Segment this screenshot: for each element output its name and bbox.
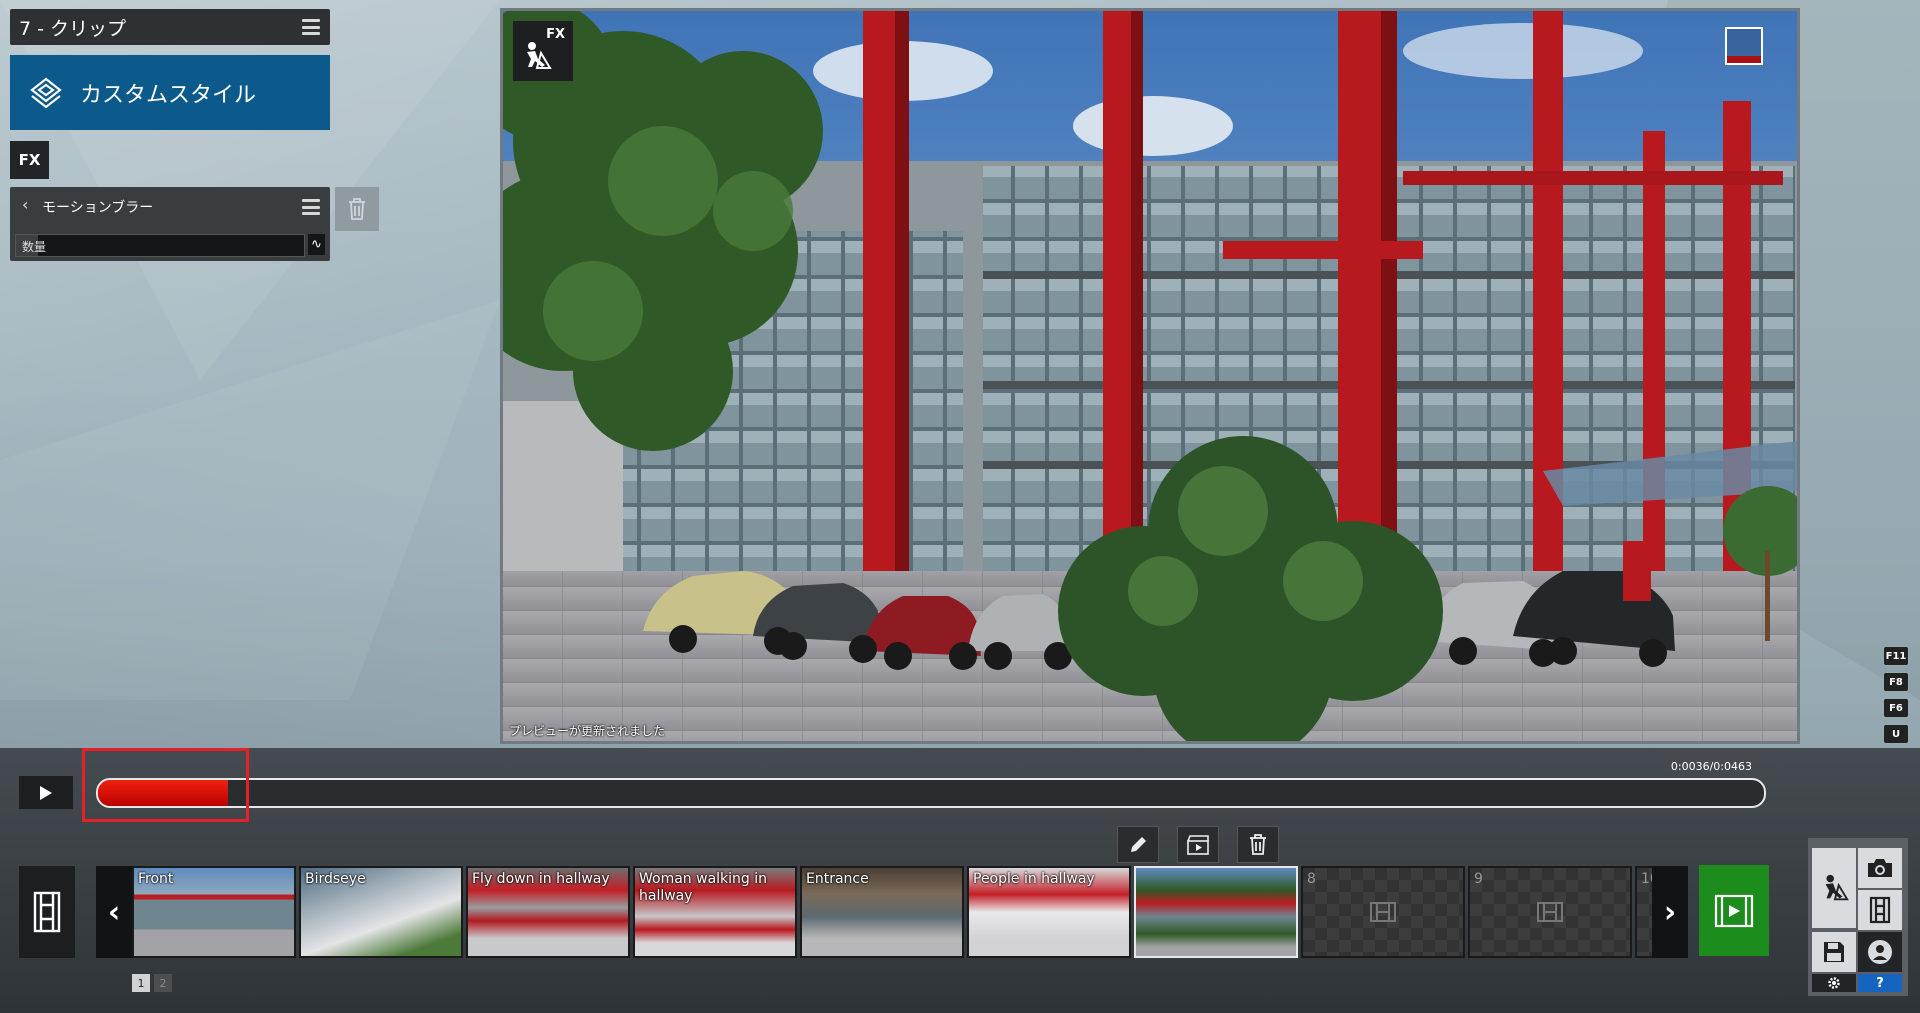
preview-clip-button[interactable]	[1177, 826, 1219, 863]
clip-thumbnail[interactable]: 10	[1635, 866, 1652, 958]
clip-label: Woman walking in hallway	[639, 871, 768, 904]
movie-mode-side-button[interactable]	[1858, 890, 1902, 930]
clip-thumbnail[interactable]: Fly down in hallway	[466, 866, 630, 958]
render-movie-button[interactable]	[1699, 865, 1769, 956]
settings-button[interactable]	[1812, 974, 1856, 992]
construction-worker-icon	[527, 42, 552, 69]
clip-label: People in hallway	[973, 871, 1095, 887]
film-placeholder-icon	[1370, 902, 1396, 922]
f6-key[interactable]: F6	[1883, 698, 1909, 718]
play-circle-icon	[1868, 940, 1892, 964]
play-icon	[40, 785, 52, 800]
edit-clip-button[interactable]	[1117, 826, 1159, 863]
custom-style-label: カスタムスタイル	[80, 82, 257, 108]
photo-mode-button[interactable]	[1858, 848, 1902, 888]
chevron-left-icon[interactable]: ‹	[22, 195, 28, 214]
page-1[interactable]: 1	[132, 974, 150, 992]
clip-label: 9	[1474, 871, 1483, 887]
film-play-icon	[1714, 894, 1754, 927]
trash-icon	[349, 198, 365, 220]
preview-status-text: プレビューが更新されました	[509, 724, 666, 738]
clip-header: 7 - クリップ	[10, 9, 330, 45]
fx-badge[interactable]: FX	[10, 141, 49, 179]
clip-label: 10	[1641, 871, 1652, 887]
curve-button[interactable]: ∿	[308, 234, 325, 255]
clip-strip: Front Birdseye Fly down in hallway Woman wa…	[132, 866, 1652, 958]
clip-label: 8	[1307, 871, 1316, 887]
scene-preview-image	[503, 11, 1797, 741]
timeline-scrubber[interactable]	[96, 778, 1766, 808]
amount-label: 数量	[22, 240, 47, 254]
effect-menu-icon[interactable]	[302, 199, 320, 215]
highlight-annotation	[82, 748, 249, 822]
gear-icon	[1828, 977, 1840, 989]
clip-thumbnail[interactable]: Entrance	[800, 866, 964, 958]
page-2[interactable]: 2	[154, 974, 172, 992]
movie-mode-button[interactable]	[19, 866, 75, 958]
clip-thumbnail[interactable]: Birdseye	[299, 866, 463, 958]
film-strip-icon	[33, 891, 61, 933]
help-button[interactable]: ?	[1858, 974, 1902, 992]
effect-panel: ‹ モーションブラー 数量 ∿	[10, 187, 330, 261]
scroll-right-button[interactable]: ›	[1652, 866, 1688, 958]
trash-icon	[1250, 833, 1266, 855]
amount-slider[interactable]: 数量	[15, 234, 305, 257]
delete-clip-button[interactable]	[1237, 826, 1279, 863]
time-display: 0:0036/0:0463	[1670, 760, 1752, 773]
clip-thumbnail[interactable]: 8	[1301, 866, 1465, 958]
viewport-toggle-button[interactable]	[1725, 27, 1763, 65]
u-key[interactable]: U	[1883, 724, 1909, 744]
chevron-left-icon: ‹	[107, 894, 121, 930]
render-viewport[interactable]: FX プレビューが更新されました	[500, 8, 1800, 744]
scroll-left-button[interactable]: ‹	[96, 866, 132, 958]
clip-thumbnail[interactable]: People in hallway	[967, 866, 1131, 958]
viewport-fx-button[interactable]: FX	[513, 21, 573, 81]
custom-style-button[interactable]: カスタムスタイル	[10, 55, 330, 130]
clip-title: 7 - クリップ	[19, 17, 127, 40]
clapper-play-icon	[1187, 834, 1209, 855]
film-placeholder-icon	[1537, 902, 1563, 922]
effect-name: モーションブラー	[42, 200, 154, 216]
camera-icon	[1868, 859, 1892, 877]
f8-key[interactable]: F8	[1883, 672, 1909, 692]
build-mode-button[interactable]	[1812, 848, 1856, 928]
clip-label: Birdseye	[305, 871, 366, 887]
play-button[interactable]	[19, 776, 73, 809]
layers-icon	[30, 77, 62, 108]
save-button[interactable]	[1812, 932, 1856, 972]
mode-panel: ?	[1808, 838, 1908, 996]
clip-thumbnail[interactable]: Front	[132, 866, 296, 958]
clip-label: Fly down in hallway	[472, 871, 610, 887]
clip-menu-icon[interactable]	[302, 19, 320, 35]
floppy-disk-icon	[1824, 942, 1844, 962]
video-library-button[interactable]	[1858, 932, 1902, 972]
clip-label: Entrance	[806, 871, 869, 887]
clip-thumbnail[interactable]: Woman walking in hallway	[633, 866, 797, 958]
clip-thumbnail[interactable]: 9	[1468, 866, 1632, 958]
clip-label: Front	[138, 871, 174, 887]
construction-worker-icon	[1825, 874, 1849, 901]
chevron-right-icon: ›	[1663, 894, 1677, 930]
viewport-fx-label: FX	[546, 27, 565, 42]
clip-thumbnail[interactable]	[1134, 866, 1298, 958]
film-strip-icon	[1869, 896, 1891, 924]
pencil-icon	[1131, 836, 1146, 852]
f11-key[interactable]: F11	[1883, 646, 1909, 666]
pagination: 1 2	[132, 974, 172, 992]
delete-effect-button[interactable]	[335, 187, 379, 231]
